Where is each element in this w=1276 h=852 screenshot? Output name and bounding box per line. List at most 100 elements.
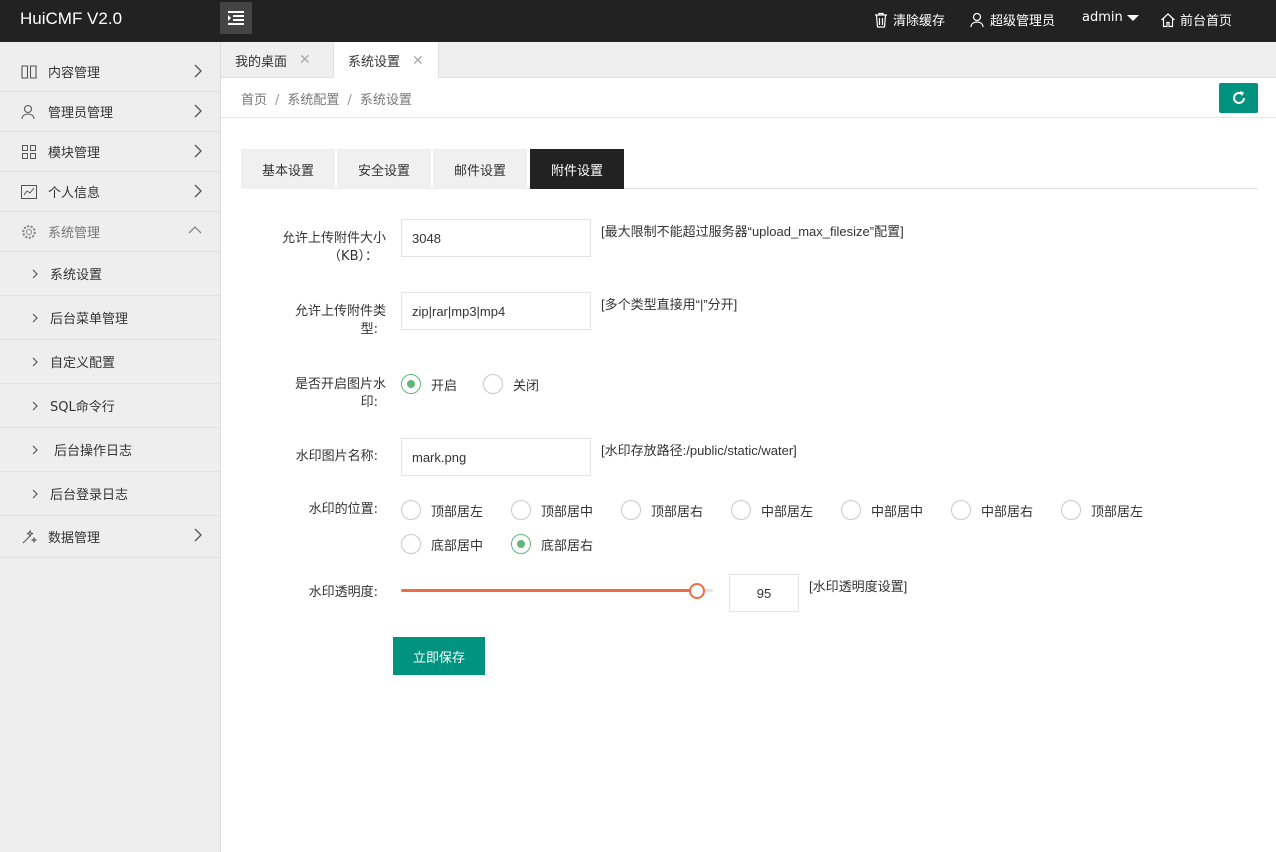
position-radio[interactable]: 中部居左 bbox=[731, 500, 813, 520]
sidebar-subitem-system-settings[interactable]: 系统设置 bbox=[0, 252, 220, 296]
upload-type-hint: [多个类型直接用“|”分开] bbox=[601, 297, 738, 312]
watermark-off-radio[interactable]: 关闭 bbox=[483, 374, 539, 394]
watermark-position-label: 水印的位置: bbox=[308, 502, 378, 517]
opacity-hint: [水印透明度设置] bbox=[809, 579, 908, 594]
grid-icon bbox=[20, 143, 38, 161]
upload-size-hint: [最大限制不能超过服务器“upload_max_filesize”配置] bbox=[601, 224, 904, 239]
watermark-name-input[interactable] bbox=[401, 438, 591, 476]
magic-icon bbox=[20, 528, 38, 546]
tab-mail-settings[interactable]: 邮件设置 bbox=[433, 149, 527, 189]
user-icon bbox=[970, 12, 984, 27]
chevron-right-icon bbox=[32, 489, 38, 499]
refresh-icon bbox=[1232, 91, 1245, 104]
frontend-label: 前台首页 bbox=[1180, 14, 1233, 29]
sidebar-item-admins[interactable]: 管理员管理 bbox=[0, 92, 220, 132]
upload-type-input[interactable] bbox=[401, 292, 591, 330]
gear-icon bbox=[20, 223, 38, 241]
sidebar-item-system[interactable]: 系统管理 bbox=[0, 212, 220, 252]
position-radio[interactable]: 底部居中 bbox=[401, 534, 483, 554]
chevron-right-icon bbox=[194, 184, 202, 198]
position-radio[interactable]: 顶部居右 bbox=[621, 500, 703, 520]
watermark-name-hint: [水印存放路径:/public/static/water] bbox=[601, 443, 797, 458]
position-radio-selected[interactable]: 底部居右 bbox=[511, 534, 593, 554]
breadcrumb: 首页 / 系统配置 / 系统设置 bbox=[241, 93, 412, 108]
watermark-enable-label: 是否开启图片水 印: bbox=[294, 377, 386, 410]
breadcrumb-bar: 首页 / 系统配置 / 系统设置 bbox=[221, 78, 1276, 118]
menu-toggle-button[interactable] bbox=[220, 2, 252, 34]
position-radio[interactable]: 中部居右 bbox=[951, 500, 1033, 520]
upload-size-input[interactable] bbox=[401, 219, 591, 257]
chevron-right-icon bbox=[194, 104, 202, 118]
upload-type-label: 允许上传附件类 型: bbox=[294, 304, 386, 337]
sidebar-subitem-label: 自定义配置 bbox=[50, 356, 116, 371]
sidebar: 内容管理 管理员管理 模块管理 个人信息 系统管理 系统设置 后台菜单管理 自定… bbox=[0, 42, 221, 852]
sidebar-item-label: 数据管理 bbox=[48, 531, 101, 546]
trash-icon bbox=[875, 12, 887, 28]
sidebar-subitem-label: SQL命令行 bbox=[50, 400, 115, 415]
role-menu[interactable]: 超级管理员 bbox=[970, 10, 1055, 29]
watermark-on-radio[interactable]: 开启 bbox=[401, 374, 457, 394]
sidebar-item-content[interactable]: 内容管理 bbox=[0, 52, 220, 92]
sidebar-subitem-operation-log[interactable]: 后台操作日志 bbox=[0, 428, 220, 472]
opacity-input[interactable] bbox=[729, 574, 799, 612]
tab-system-settings[interactable]: 系统设置 ✕ bbox=[333, 42, 439, 79]
sidebar-item-label: 内容管理 bbox=[48, 66, 101, 81]
tab-attachment-settings[interactable]: 附件设置 bbox=[530, 149, 624, 189]
sidebar-item-label: 管理员管理 bbox=[48, 106, 114, 121]
chevron-right-icon bbox=[32, 401, 38, 411]
caret-down-icon bbox=[1126, 14, 1139, 21]
tab-label: 系统设置 bbox=[348, 55, 401, 70]
chevron-right-icon bbox=[194, 144, 202, 158]
upload-size-label: 允许上传附件大小 （KB）： bbox=[281, 231, 386, 264]
username-label: admin bbox=[1082, 10, 1123, 25]
refresh-button[interactable] bbox=[1219, 83, 1258, 113]
breadcrumb-current: 系统设置 bbox=[359, 93, 412, 108]
frontend-home-link[interactable]: 前台首页 bbox=[1160, 10, 1232, 29]
page-tabs: 我的桌面 ✕ 系统设置 ✕ bbox=[221, 42, 1276, 79]
sidebar-subitem-login-log[interactable]: 后台登录日志 bbox=[0, 472, 220, 516]
top-header: HuiCMF V2.0 清除缓存 超级管理员 admin 前台首页 bbox=[0, 0, 1276, 42]
clear-cache-label: 清除缓存 bbox=[893, 14, 946, 29]
breadcrumb-config[interactable]: 系统配置 bbox=[287, 93, 339, 108]
position-radio[interactable]: 顶部居中 bbox=[511, 500, 593, 520]
save-button[interactable]: 立即保存 bbox=[393, 637, 485, 675]
close-icon[interactable]: ✕ bbox=[412, 53, 424, 69]
sidebar-item-modules[interactable]: 模块管理 bbox=[0, 132, 220, 172]
tab-desktop[interactable]: 我的桌面 ✕ bbox=[221, 42, 325, 78]
role-label: 超级管理员 bbox=[990, 14, 1056, 29]
indent-icon bbox=[228, 11, 244, 25]
chevron-right-icon bbox=[194, 528, 202, 542]
settings-tabs: 基本设置 安全设置 邮件设置 附件设置 bbox=[241, 149, 1258, 189]
tab-basic-settings[interactable]: 基本设置 bbox=[241, 149, 335, 189]
sidebar-subitem-label: 后台操作日志 bbox=[54, 444, 133, 459]
user-dropdown[interactable]: admin bbox=[1082, 10, 1139, 25]
chevron-right-icon bbox=[194, 64, 202, 78]
sidebar-subitem-menu-manage[interactable]: 后台菜单管理 bbox=[0, 296, 220, 340]
close-icon[interactable]: ✕ bbox=[299, 52, 311, 68]
slider-handle[interactable] bbox=[689, 583, 705, 599]
home-icon bbox=[1161, 12, 1175, 27]
sidebar-subitem-sql[interactable]: SQL命令行 bbox=[0, 384, 220, 428]
book-icon bbox=[20, 63, 38, 81]
breadcrumb-home[interactable]: 首页 bbox=[241, 93, 267, 108]
clear-cache-button[interactable]: 清除缓存 bbox=[873, 10, 945, 29]
chevron-right-icon bbox=[32, 357, 38, 367]
sidebar-item-label: 模块管理 bbox=[48, 146, 101, 161]
tab-label: 我的桌面 bbox=[235, 54, 288, 70]
chevron-right-icon bbox=[32, 269, 38, 279]
watermark-name-label: 水印图片名称: bbox=[295, 449, 378, 464]
position-radio[interactable]: 中部居中 bbox=[841, 500, 923, 520]
position-radio[interactable]: 顶部居左 bbox=[401, 500, 483, 520]
sidebar-item-label: 个人信息 bbox=[48, 186, 101, 201]
sidebar-subitem-label: 后台登录日志 bbox=[50, 488, 129, 503]
position-radio[interactable]: 顶部居左 bbox=[1061, 500, 1143, 520]
sidebar-item-label: 系统管理 bbox=[48, 226, 101, 241]
sidebar-subitem-custom-config[interactable]: 自定义配置 bbox=[0, 340, 220, 384]
user-icon bbox=[20, 103, 38, 121]
sidebar-item-profile[interactable]: 个人信息 bbox=[0, 172, 220, 212]
opacity-slider[interactable] bbox=[401, 581, 713, 601]
sidebar-item-data[interactable]: 数据管理 bbox=[0, 516, 220, 558]
tab-security-settings[interactable]: 安全设置 bbox=[337, 149, 431, 189]
slider-fill bbox=[401, 589, 697, 592]
chevron-up-icon bbox=[188, 226, 202, 234]
